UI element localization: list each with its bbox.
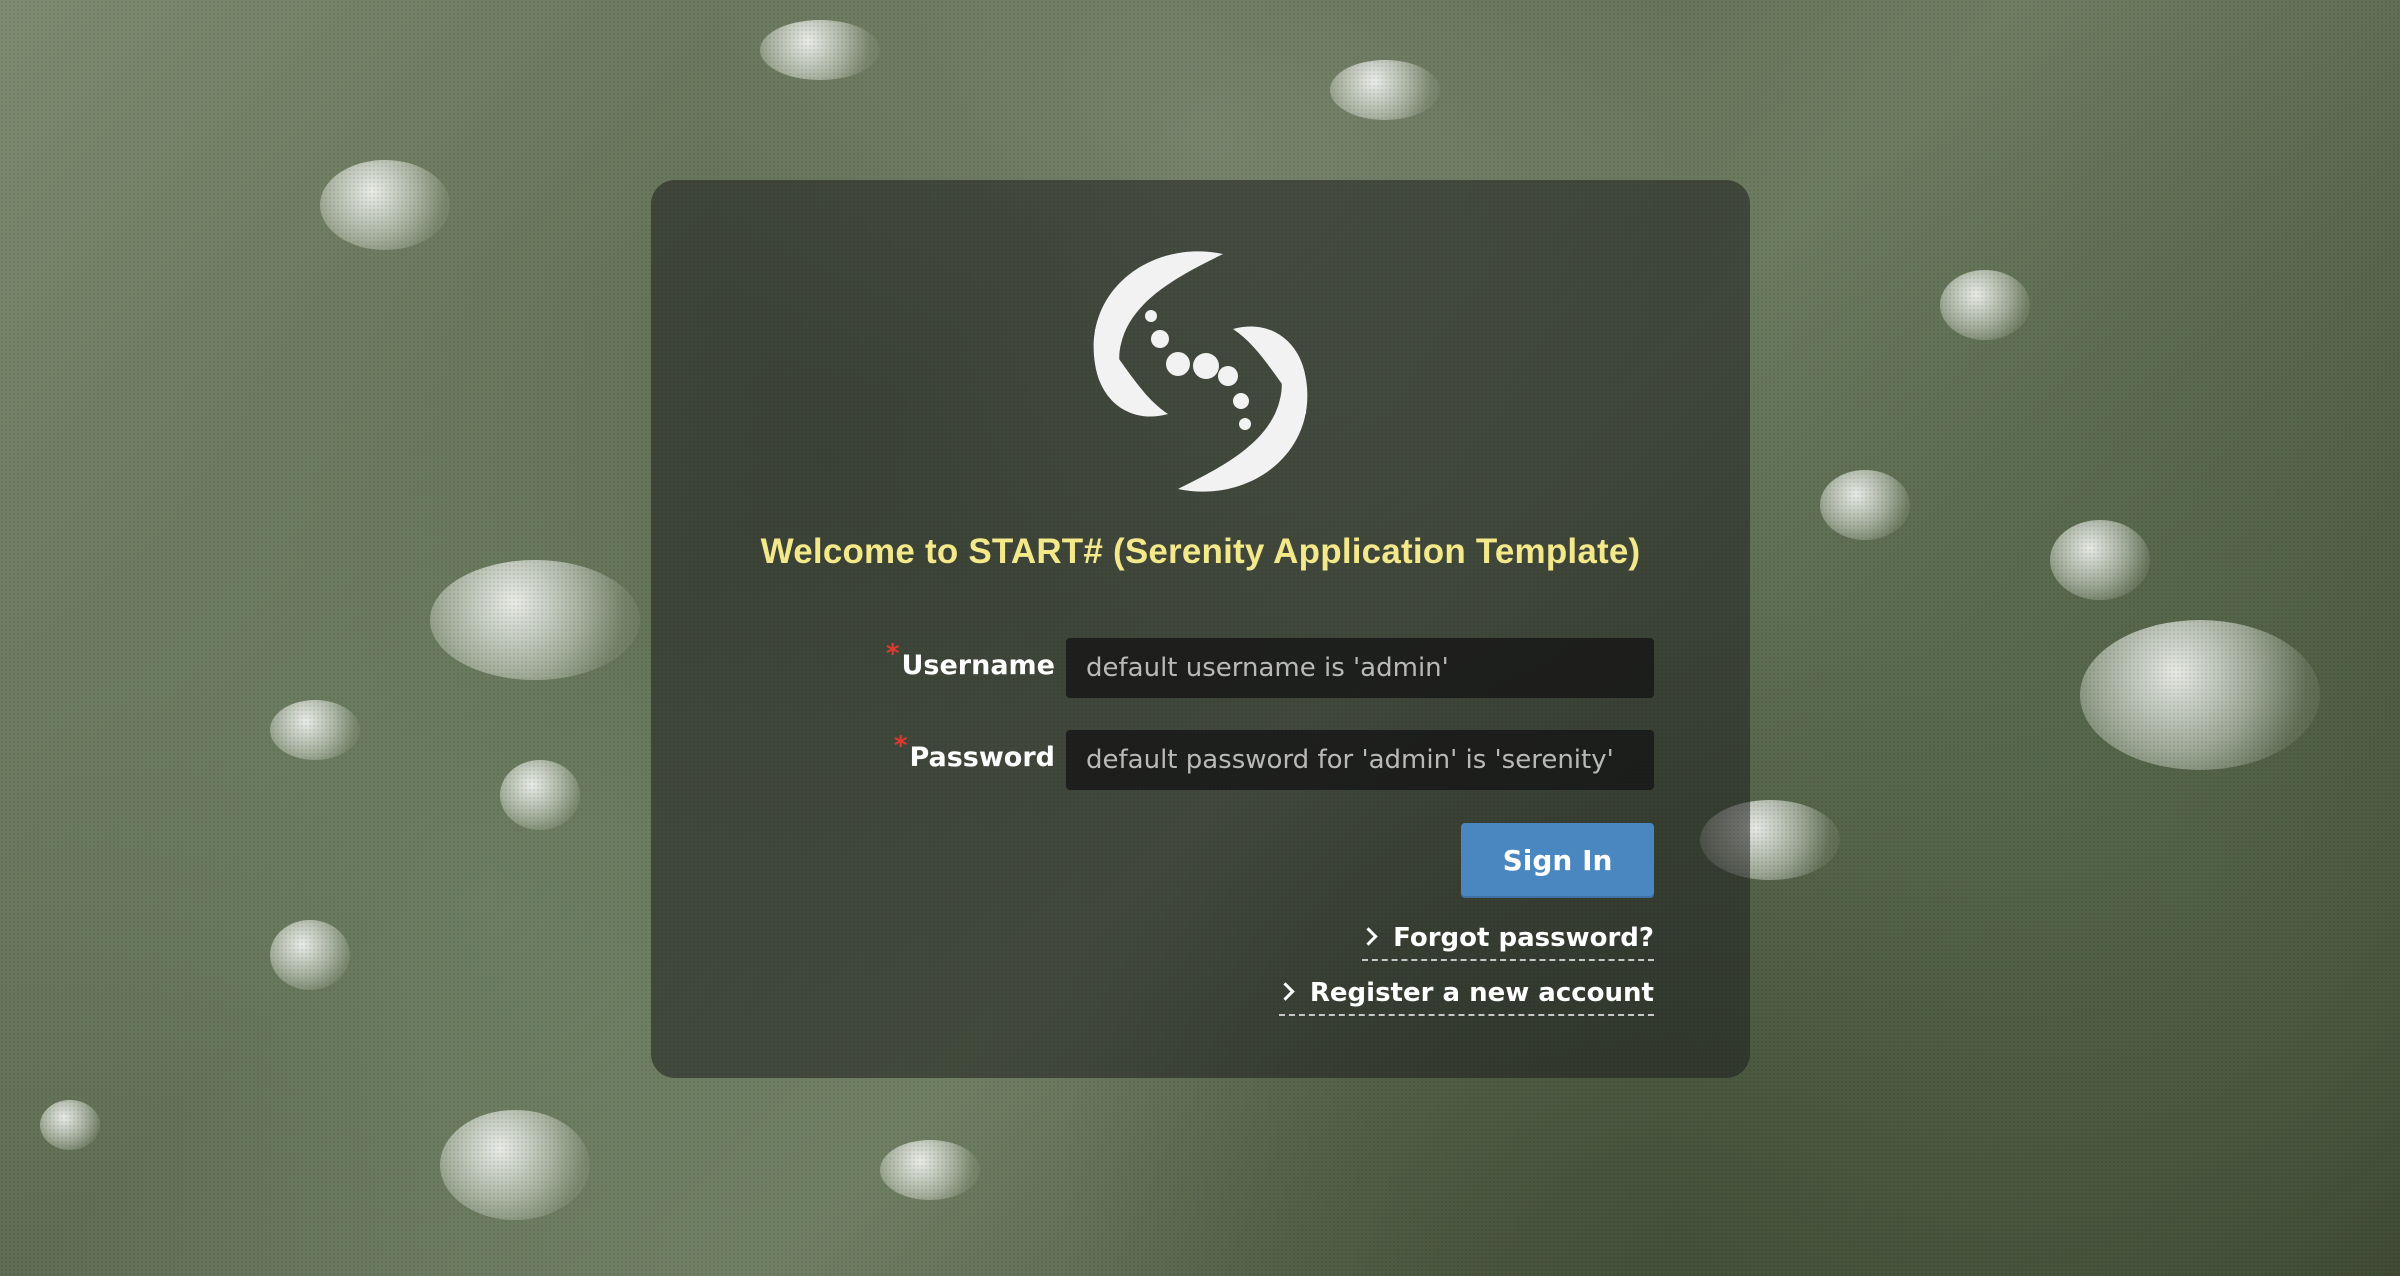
register-account-link[interactable]: Register a new account	[1276, 978, 1654, 1016]
username-input[interactable]	[1066, 638, 1654, 698]
password-label-text: Password	[909, 742, 1055, 773]
sign-in-button[interactable]: Sign In	[1461, 823, 1654, 898]
chevron-right-icon	[1276, 982, 1295, 1001]
username-label: *Username	[886, 639, 1055, 681]
forgot-password-link[interactable]: Forgot password?	[1359, 923, 1654, 961]
chevron-right-icon	[1359, 927, 1378, 946]
forgot-password-label: Forgot password?	[1393, 923, 1654, 953]
login-panel: Welcome to START# (Serenity Application …	[651, 180, 1750, 1078]
username-row: *Username	[651, 638, 1750, 698]
password-label: *Password	[894, 731, 1055, 773]
register-account-label: Register a new account	[1309, 978, 1654, 1008]
required-marker: *	[885, 639, 900, 669]
username-label-text: Username	[901, 650, 1055, 681]
serenity-logo-icon	[1093, 251, 1308, 492]
password-input[interactable]	[1066, 730, 1654, 790]
required-marker: *	[893, 731, 908, 761]
page-title: Welcome to START# (Serenity Application …	[760, 532, 1641, 571]
password-row: *Password	[651, 730, 1750, 790]
